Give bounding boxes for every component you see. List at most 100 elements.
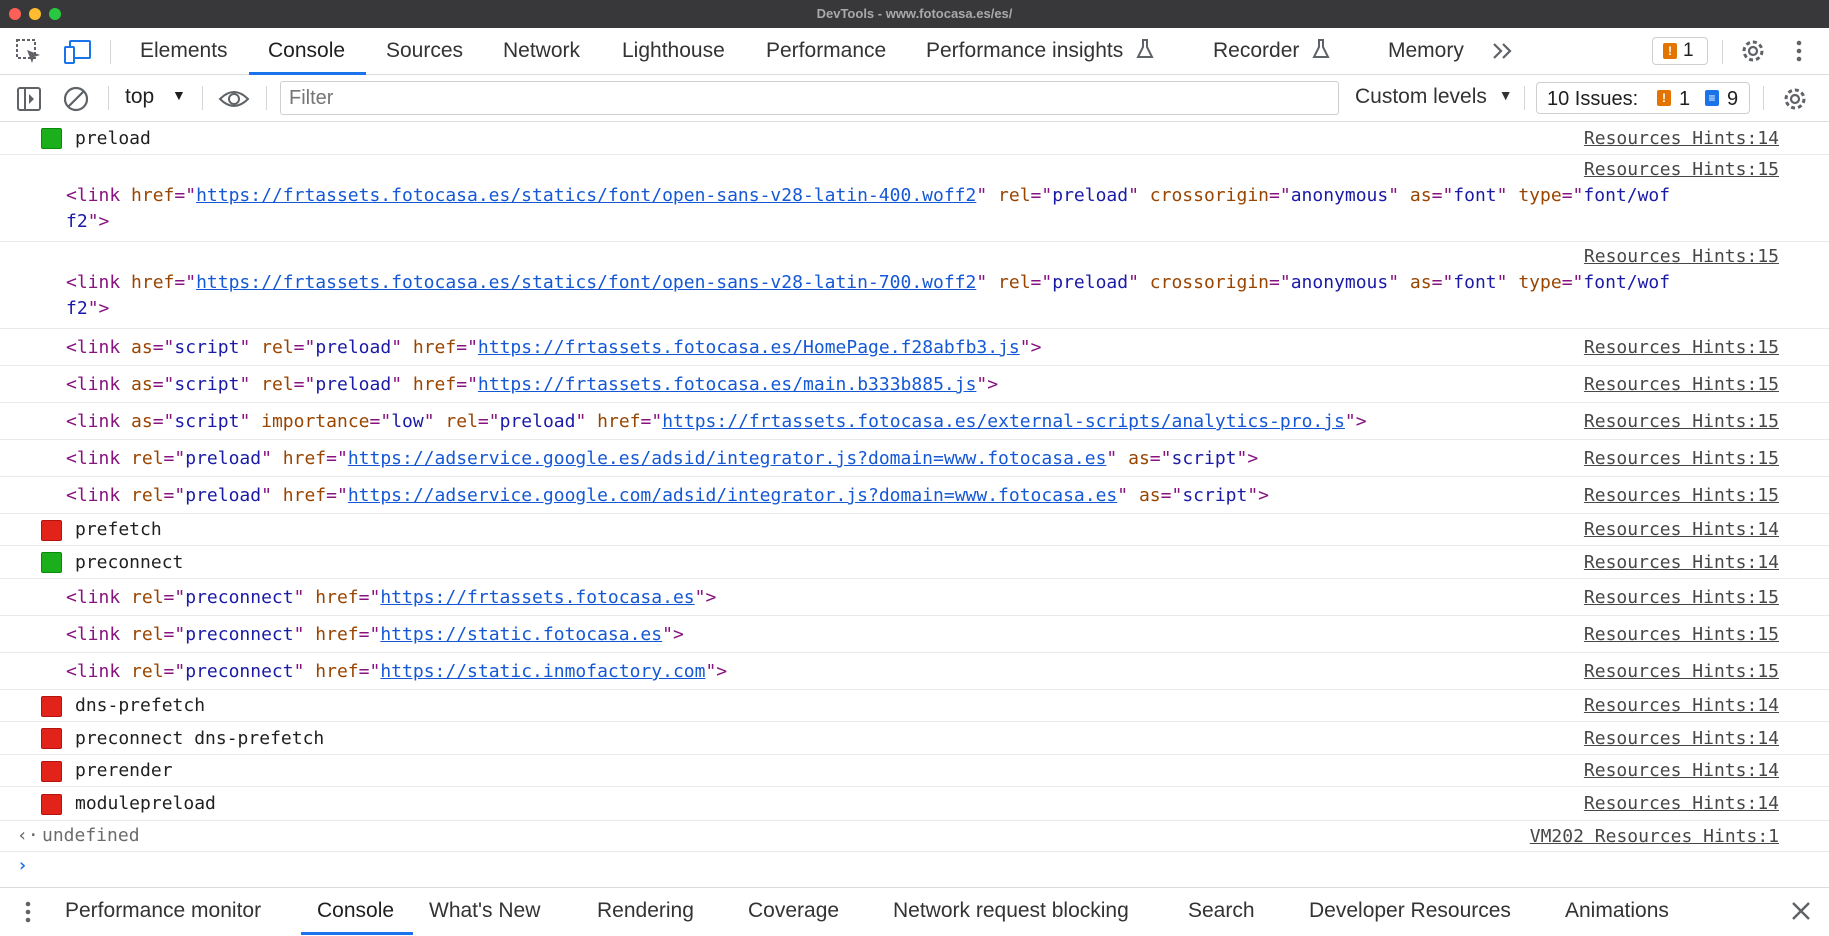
unsupported-status-icon xyxy=(41,794,62,815)
settings-gear-icon[interactable] xyxy=(1739,37,1767,70)
source-location-link[interactable]: Resources Hints:15 xyxy=(1584,448,1779,469)
tag-punctuation: " xyxy=(1388,272,1410,293)
drawer-tab-console[interactable]: Console xyxy=(317,888,394,934)
main-tabbar: Elements Console Sources Network Lightho… xyxy=(0,28,1829,75)
drawer-tab-developer-resources[interactable]: Developer Resources xyxy=(1309,888,1511,934)
source-location-link[interactable]: Resources Hints:15 xyxy=(1584,661,1779,682)
console-message-row[interactable]: dns-prefetch Resources Hints:14 xyxy=(0,690,1829,722)
console-filter-input[interactable] xyxy=(280,81,1339,115)
console-message-row[interactable]: <link as="script" rel="preload" href="ht… xyxy=(0,366,1829,403)
source-location-link[interactable]: Resources Hints:15 xyxy=(1584,159,1779,180)
source-location-link[interactable]: Resources Hints:14 xyxy=(1584,760,1779,781)
more-options-icon[interactable] xyxy=(1793,38,1805,69)
drawer-tab-network-request-blocking[interactable]: Network request blocking xyxy=(893,888,1129,934)
url-link[interactable]: https://frtassets.fotocasa.es/external-s… xyxy=(662,411,1345,432)
source-location-link[interactable]: Resources Hints:14 xyxy=(1584,552,1779,573)
console-message-row[interactable]: <link rel="preload" href="https://adserv… xyxy=(0,477,1829,514)
url-link[interactable]: https://frtassets.fotocasa.es/main.b333b… xyxy=(478,374,977,395)
console-message-row[interactable]: preload Resources Hints:14 xyxy=(0,122,1829,155)
console-toolbar: top ▼ Custom levels ▼ 10 Issues: ! 1 ≡ 9 xyxy=(0,75,1829,122)
attribute-name: rel xyxy=(131,624,164,645)
source-location-link[interactable]: Resources Hints:14 xyxy=(1584,728,1779,749)
source-location-link[interactable]: Resources Hints:15 xyxy=(1584,587,1779,608)
attribute-name: href xyxy=(282,485,327,506)
console-message-row[interactable]: <link rel="preconnect" href="https://sta… xyxy=(0,653,1829,690)
console-message-row[interactable]: preconnect Resources Hints:14 xyxy=(0,546,1829,579)
attribute-name: type xyxy=(1518,185,1562,206)
tab-console[interactable]: Console xyxy=(268,28,345,74)
console-message-row[interactable]: <link rel="preconnect" href="https://frt… xyxy=(0,579,1829,616)
url-link[interactable]: https://frtassets.fotocasa.es/HomePage.f… xyxy=(478,337,1020,358)
source-location-link[interactable]: Resources Hints:15 xyxy=(1584,246,1779,267)
window-titlebar: DevTools - www.fotocasa.es/es/ xyxy=(0,0,1829,28)
attribute-name: as xyxy=(1409,185,1432,206)
url-link[interactable]: https://adservice.google.es/adsid/integr… xyxy=(348,448,1107,469)
drawer-tab-whats-new[interactable]: What's New xyxy=(429,888,540,934)
issues-counter-button[interactable]: ! 1 xyxy=(1652,37,1708,65)
url-link[interactable]: https://static.fotocasa.es xyxy=(380,624,662,645)
drawer-tab-animations[interactable]: Animations xyxy=(1565,888,1669,934)
console-settings-gear-icon[interactable] xyxy=(1781,85,1809,118)
issues-summary-button[interactable]: 10 Issues: ! 1 ≡ 9 xyxy=(1536,82,1750,114)
tab-sources[interactable]: Sources xyxy=(386,28,463,74)
console-message-row[interactable]: <link as="script" importance="low" rel="… xyxy=(0,403,1829,440)
dropdown-arrow-icon: ▼ xyxy=(1498,87,1513,103)
source-location-link[interactable]: Resources Hints:14 xyxy=(1584,519,1779,540)
url-link[interactable]: https://frtassets.fotocasa.es/statics/fo… xyxy=(196,185,976,206)
console-message-row[interactable]: <link href="https://frtassets.fotocasa.e… xyxy=(0,242,1829,329)
more-tabs-chevron-icon[interactable] xyxy=(1490,39,1516,68)
tab-network[interactable]: Network xyxy=(503,28,580,74)
url-link[interactable]: https://frtassets.fotocasa.es xyxy=(380,587,694,608)
console-message-row[interactable]: ‹· undefined VM202 Resources Hints:1 xyxy=(0,821,1829,852)
url-link[interactable]: https://frtassets.fotocasa.es/statics/fo… xyxy=(196,272,976,293)
drawer-tab-performance-monitor[interactable]: Performance monitor xyxy=(65,888,261,934)
drawer-tabbar: Performance monitor Console What's New R… xyxy=(0,887,1829,936)
context-selector[interactable]: top ▼ xyxy=(125,85,186,109)
live-expression-eye-icon[interactable] xyxy=(218,88,250,115)
source-location-link[interactable]: Resources Hints:15 xyxy=(1584,337,1779,358)
device-toolbar-icon[interactable] xyxy=(63,38,93,71)
source-location-link[interactable]: Resources Hints:14 xyxy=(1584,793,1779,814)
tag-punctuation: =" xyxy=(293,374,316,395)
clear-console-icon[interactable] xyxy=(63,86,89,117)
console-message-row[interactable]: <link as="script" rel="preload" href="ht… xyxy=(0,329,1829,366)
tab-recorder[interactable]: Recorder xyxy=(1213,28,1331,74)
url-link[interactable]: https://adservice.google.com/adsid/integ… xyxy=(348,485,1117,506)
tag-punctuation: " xyxy=(293,624,316,645)
tag-punctuation: =" xyxy=(640,411,663,432)
show-sidebar-icon[interactable] xyxy=(16,86,42,117)
drawer-tab-rendering[interactable]: Rendering xyxy=(597,888,694,934)
console-message-row[interactable]: <link rel="preconnect" href="https://sta… xyxy=(0,616,1829,653)
log-levels-dropdown[interactable]: Custom levels ▼ xyxy=(1355,85,1513,109)
console-message-row[interactable]: <link href="https://frtassets.fotocasa.e… xyxy=(0,155,1829,242)
console-message-row[interactable]: prerender Resources Hints:14 xyxy=(0,755,1829,787)
console-message-row[interactable]: preconnect dns-prefetch Resources Hints:1… xyxy=(0,722,1829,755)
source-location-link[interactable]: Resources Hints:15 xyxy=(1584,411,1779,432)
tab-performance[interactable]: Performance xyxy=(766,28,886,74)
inspect-element-icon[interactable] xyxy=(15,38,43,71)
close-drawer-icon[interactable] xyxy=(1790,900,1812,927)
source-location-link[interactable]: Resources Hints:14 xyxy=(1584,695,1779,716)
source-location-link[interactable]: Resources Hints:14 xyxy=(1584,128,1779,149)
console-message-row[interactable]: <link rel="preload" href="https://adserv… xyxy=(0,440,1829,477)
attribute-value: script xyxy=(174,337,240,358)
tab-elements[interactable]: Elements xyxy=(140,28,228,74)
tag-punctuation: " xyxy=(239,411,262,432)
tab-memory[interactable]: Memory xyxy=(1388,28,1464,74)
tab-lighthouse[interactable]: Lighthouse xyxy=(622,28,725,74)
url-link[interactable]: https://static.inmofactory.com xyxy=(380,661,705,682)
source-location-link[interactable]: Resources Hints:15 xyxy=(1584,485,1779,506)
drawer-tab-search[interactable]: Search xyxy=(1188,888,1255,934)
link-element-markup: <link href="https://frtassets.fotocasa.e… xyxy=(66,272,1670,293)
tab-performance-insights[interactable]: Performance insights xyxy=(926,28,1155,74)
tag-punctuation: =" xyxy=(174,185,197,206)
source-location-link[interactable]: Resources Hints:15 xyxy=(1584,374,1779,395)
drawer-menu-icon[interactable] xyxy=(22,899,34,930)
console-message-row[interactable]: prefetch Resources Hints:14 xyxy=(0,514,1829,546)
toolbar-separator xyxy=(110,40,111,64)
source-location-link[interactable]: VM202 Resources Hints:1 xyxy=(1530,826,1779,847)
drawer-tab-coverage[interactable]: Coverage xyxy=(748,888,839,934)
source-location-link[interactable]: Resources Hints:15 xyxy=(1584,624,1779,645)
console-prompt-row[interactable]: › xyxy=(0,853,1829,885)
console-message-row[interactable]: modulepreload Resources Hints:14 xyxy=(0,787,1829,821)
